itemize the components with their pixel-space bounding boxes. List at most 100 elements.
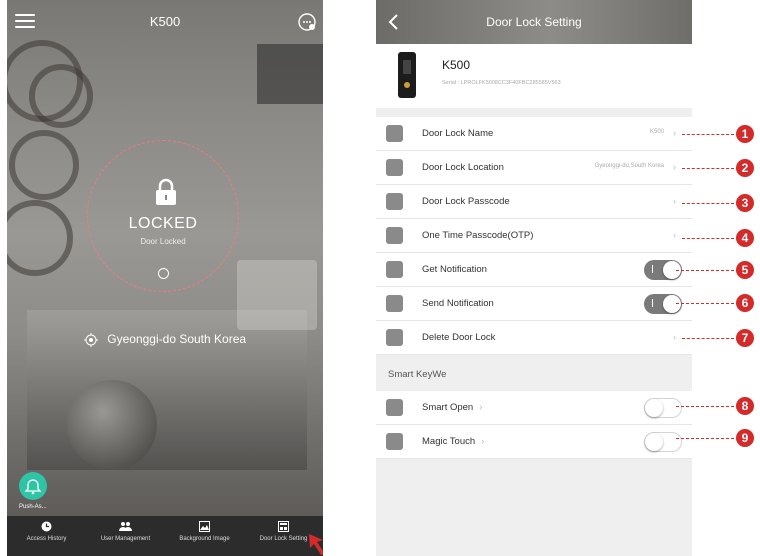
chevron-right-icon: › xyxy=(479,402,483,413)
chevron-right-icon: › xyxy=(481,436,485,447)
chat-settings-icon[interactable] xyxy=(297,12,317,32)
page-title: Door Lock Setting xyxy=(486,15,582,29)
callout-badge: 8 xyxy=(736,397,754,415)
location-display: Gyeonggi-do South Korea xyxy=(7,332,323,347)
bg-decor xyxy=(67,380,157,470)
nav-user-management[interactable]: User Management xyxy=(86,516,165,556)
row-label: Door Lock Passcode xyxy=(422,196,510,207)
door-lock-location-row[interactable]: Door Lock Location Gyeonggi-do,South Kor… xyxy=(376,151,692,185)
row-label: Door Lock Location xyxy=(422,162,504,173)
row-label: Smart Open xyxy=(422,402,474,413)
callout-line xyxy=(682,168,734,169)
get-notification-row: Get Notification xyxy=(376,253,692,287)
door-lock-passcode-row[interactable]: Door Lock Passcode › xyxy=(376,185,692,219)
bottom-nav: Access History User Management Backgroun… xyxy=(7,516,323,556)
map-icon xyxy=(386,159,403,176)
touch-hand-icon xyxy=(386,433,403,450)
image-icon xyxy=(199,521,210,532)
device-name: K500 xyxy=(442,58,471,72)
bg-decor xyxy=(29,64,93,128)
magic-touch-link[interactable]: Magic Touch › xyxy=(422,436,484,447)
settings-list: Door Lock Name K500 › Door Lock Location… xyxy=(376,117,692,355)
door-open-icon xyxy=(386,399,403,416)
device-title: K500 xyxy=(149,14,181,29)
smart-keywe-list: Smart Open › Magic Touch › xyxy=(376,391,692,459)
send-notification-row: Send Notification xyxy=(376,287,692,321)
location-text: Gyeonggi-do South Korea xyxy=(107,332,247,346)
pointer-arrow-icon xyxy=(309,534,323,555)
row-value: Gyeonggi-do,South Korea xyxy=(594,163,664,169)
callout-line xyxy=(676,406,734,407)
person-icon xyxy=(386,125,403,142)
callout-badge: 7 xyxy=(736,329,754,347)
row-label: One Time Passcode(OTP) xyxy=(422,230,534,241)
bell-icon xyxy=(386,261,403,278)
bg-decor xyxy=(9,130,79,200)
settings-icon xyxy=(278,521,289,532)
nav-access-history[interactable]: Access History xyxy=(7,516,86,556)
callout-line xyxy=(676,270,734,271)
callout-line xyxy=(676,438,734,439)
callout-line xyxy=(676,303,734,304)
otp-row[interactable]: One Time Passcode(OTP) › xyxy=(376,219,692,253)
callout-badge: 6 xyxy=(736,294,754,312)
send-icon xyxy=(386,295,403,312)
keypad-icon xyxy=(386,193,403,210)
callout-badge: 9 xyxy=(736,429,754,447)
row-value: K500 xyxy=(649,129,664,135)
clock-icon xyxy=(41,521,52,532)
nav-label: Door Lock Setting xyxy=(259,536,308,542)
callout-line xyxy=(682,134,734,135)
chevron-right-icon: › xyxy=(673,128,676,138)
callout-badge: 3 xyxy=(736,194,754,212)
bell-icon xyxy=(24,479,42,495)
magic-touch-row: Magic Touch › xyxy=(376,425,692,459)
row-label: Send Notification xyxy=(422,298,494,309)
device-card: K500 Serial : LPROLFK5008CC3F40FBC285585… xyxy=(376,44,692,108)
trash-icon xyxy=(386,329,403,346)
door-lock-name-row[interactable]: Door Lock Name K500 › xyxy=(376,117,692,151)
door-lock-setting-screen: Door Lock Setting K500 Serial : LPROLFK5… xyxy=(376,0,692,556)
chevron-right-icon: › xyxy=(673,196,676,206)
row-label: Delete Door Lock xyxy=(422,332,496,343)
callout-line xyxy=(682,238,734,239)
nav-label: Background Image xyxy=(179,536,230,542)
push-button[interactable] xyxy=(19,472,47,500)
callout-line xyxy=(682,203,734,204)
section-title: Smart KeyWe xyxy=(388,369,447,380)
chevron-right-icon: › xyxy=(673,230,676,240)
smart-open-link[interactable]: Smart Open › xyxy=(422,402,482,413)
device-serial: Serial : LPROLFK5008CC3F40FBC285585V563 xyxy=(442,80,561,86)
row-label: Door Lock Name xyxy=(422,128,494,139)
bg-decor xyxy=(237,260,317,330)
lock-status-text: LOCKED xyxy=(128,215,198,232)
callout-badge: 2 xyxy=(736,159,754,177)
door-lock-device-icon xyxy=(398,52,416,98)
nav-label: User Management xyxy=(100,536,151,542)
callout-badge: 1 xyxy=(736,125,754,143)
users-icon xyxy=(119,522,132,531)
callout-line xyxy=(682,338,734,339)
top-bar: K500 xyxy=(7,0,323,44)
padlock-icon xyxy=(156,178,176,205)
bg-decor xyxy=(7,200,73,276)
nav-label: Access History xyxy=(26,536,67,542)
callout-badge: 5 xyxy=(736,261,754,279)
lock-substatus-text: Door Locked xyxy=(140,237,186,246)
power-icon xyxy=(158,268,169,279)
push-label: Push-As... xyxy=(19,504,47,510)
nav-background-image[interactable]: Background Image xyxy=(165,516,244,556)
header: Door Lock Setting xyxy=(376,0,692,44)
main-lock-screen: K500 LOCKED Door Locked Gyeonggi-do Sout… xyxy=(7,0,323,556)
send-notification-toggle[interactable] xyxy=(644,294,682,314)
magic-touch-toggle[interactable] xyxy=(644,432,682,452)
row-label: Magic Touch xyxy=(422,436,476,447)
chevron-right-icon: › xyxy=(673,332,676,342)
otp-icon xyxy=(386,227,403,244)
smart-keywe-section: Smart KeyWe xyxy=(376,359,692,390)
location-target-icon xyxy=(83,332,98,347)
callout-badge: 4 xyxy=(736,229,754,247)
smart-open-toggle[interactable] xyxy=(644,398,682,418)
row-label: Get Notification xyxy=(422,264,487,275)
delete-door-lock-row[interactable]: Delete Door Lock › xyxy=(376,321,692,355)
